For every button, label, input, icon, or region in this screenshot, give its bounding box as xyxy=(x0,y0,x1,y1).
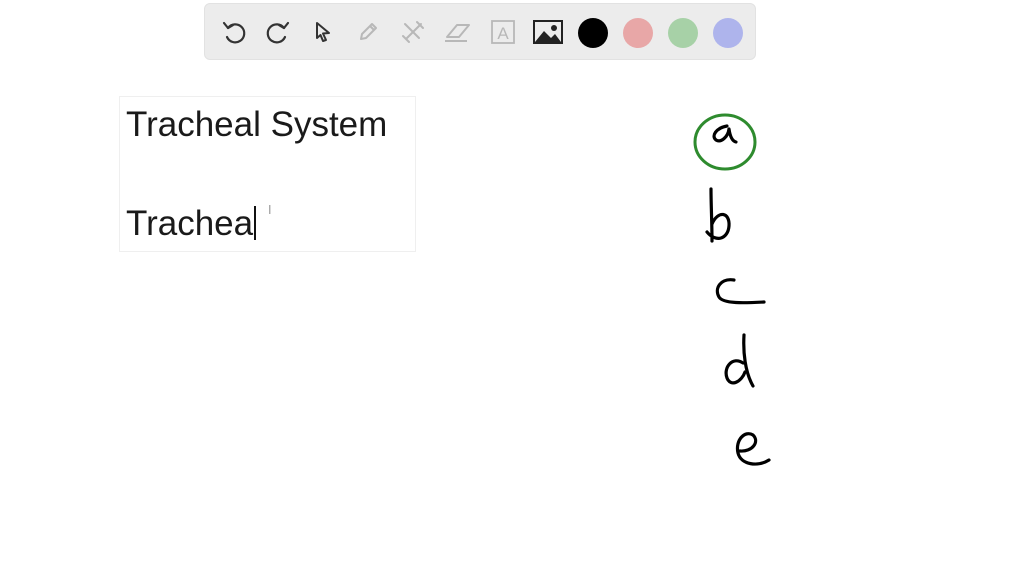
text-caret xyxy=(254,206,257,240)
color-swatch-lavender[interactable] xyxy=(713,18,743,48)
color-swatch-black[interactable] xyxy=(578,18,608,48)
redo-icon[interactable] xyxy=(262,16,294,48)
text-icon-glyph: A xyxy=(497,24,509,43)
toolbar: A xyxy=(204,3,756,60)
text-line-entry-value: Trachea xyxy=(126,204,254,243)
tools-icon[interactable] xyxy=(397,16,429,48)
image-icon[interactable] xyxy=(532,16,564,48)
whiteboard-canvas[interactable]: A Tracheal System Trachea I xyxy=(0,0,1024,576)
text-box[interactable]: Tracheal System Trachea I xyxy=(119,96,416,252)
highlight-circle xyxy=(693,113,757,171)
handwritten-letter-b xyxy=(705,187,731,243)
color-swatch-green[interactable] xyxy=(668,18,698,48)
handwritten-letter-d xyxy=(724,333,755,388)
undo-icon[interactable] xyxy=(218,16,250,48)
text-line-title: Tracheal System xyxy=(126,105,388,144)
text-icon[interactable]: A xyxy=(487,16,519,48)
pen-icon[interactable] xyxy=(352,16,384,48)
handwriting-layer xyxy=(693,113,771,466)
handwritten-letter-a xyxy=(712,124,738,144)
handwritten-letter-e xyxy=(735,432,771,466)
text-line-entry: Trachea xyxy=(126,204,257,244)
color-swatch-pink[interactable] xyxy=(623,18,653,48)
handwritten-letter-c xyxy=(715,278,766,305)
pointer-icon[interactable] xyxy=(307,16,339,48)
eraser-icon[interactable] xyxy=(442,16,474,48)
ibeam-cursor-icon: I xyxy=(268,203,272,217)
